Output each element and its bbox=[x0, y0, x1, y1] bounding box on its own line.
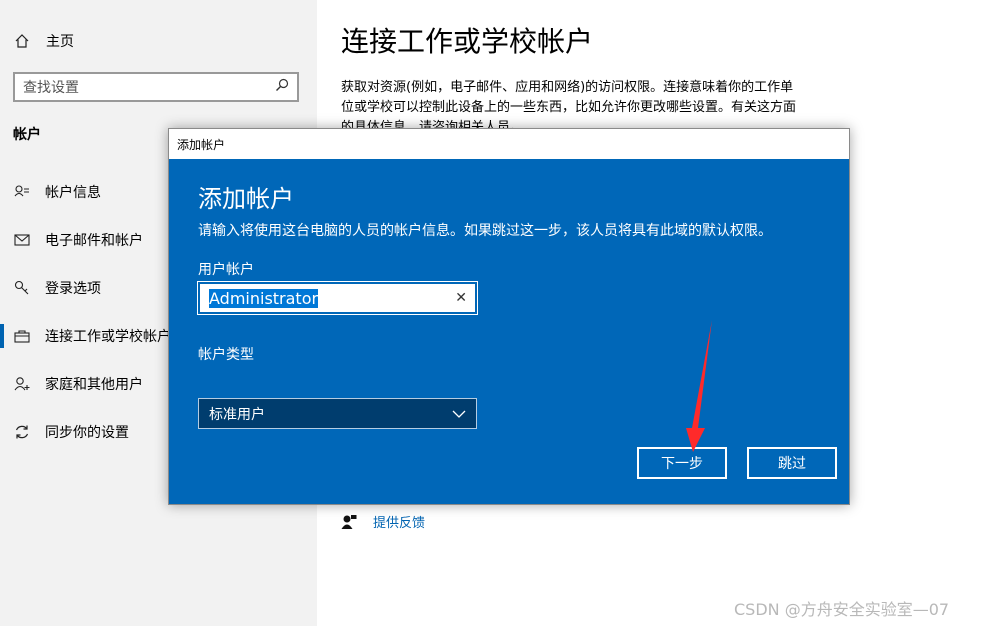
dialog-heading: 添加帐户 bbox=[198, 185, 294, 213]
briefcase-icon bbox=[13, 329, 31, 343]
user-account-value: Administrator bbox=[209, 288, 455, 308]
search-placeholder: 查找设置 bbox=[23, 80, 79, 96]
search-icon[interactable] bbox=[275, 78, 289, 96]
account-type-value: 标准用户 bbox=[209, 406, 265, 423]
sidebar-item-label: 同步你的设置 bbox=[45, 425, 129, 441]
page-title: 连接工作或学校帐户 bbox=[341, 25, 594, 58]
person-add-icon bbox=[13, 376, 31, 392]
dialog-description: 请输入将使用这台电脑的人员的帐户信息。如果跳过这一步，该人员将具有此域的默认权限… bbox=[198, 223, 772, 239]
sidebar-item-label: 电子邮件和帐户 bbox=[45, 233, 143, 249]
feedback-icon bbox=[341, 514, 359, 530]
sync-icon bbox=[13, 424, 31, 440]
search-input[interactable]: 查找设置 bbox=[13, 72, 299, 102]
section-title: 帐户 bbox=[13, 127, 41, 143]
home-icon bbox=[14, 33, 32, 49]
page-description: 获取对资源(例如，电子邮件、应用和网络)的访问权限。连接意味着你的工作单位或学校… bbox=[341, 80, 797, 128]
sidebar-item-label: 帐户信息 bbox=[45, 185, 101, 201]
account-type-label: 帐户类型 bbox=[198, 347, 254, 363]
add-account-dialog: 添加帐户 添加帐户 请输入将使用这台电脑的人员的帐户信息。如果跳过这一步，该人员… bbox=[168, 128, 850, 505]
feedback-label: 提供反馈 bbox=[373, 516, 426, 531]
clear-icon[interactable]: ✕ bbox=[455, 290, 467, 306]
sidebar-item-label: 家庭和其他用户 bbox=[45, 377, 143, 393]
home-nav-item[interactable]: 主页 bbox=[14, 31, 74, 51]
watermark: CSDN @方舟安全实验室—07 bbox=[734, 600, 950, 619]
dialog-window-title: 添加帐户 bbox=[177, 137, 226, 152]
next-button[interactable]: 下一步 bbox=[637, 447, 727, 479]
account-info-icon bbox=[13, 184, 31, 200]
dialog-titlebar[interactable]: 添加帐户 bbox=[169, 129, 849, 159]
user-account-field[interactable]: Administrator ✕ bbox=[197, 281, 478, 315]
selected-text: Administrator bbox=[209, 288, 319, 308]
home-label: 主页 bbox=[46, 34, 74, 50]
mail-icon bbox=[13, 233, 31, 247]
account-type-select[interactable]: 标准用户 bbox=[198, 398, 477, 429]
sidebar-item-label: 登录选项 bbox=[45, 281, 101, 297]
feedback-link[interactable]: 提供反馈 bbox=[341, 512, 425, 531]
sidebar-item-label: 连接工作或学校帐户 bbox=[45, 329, 171, 345]
key-icon bbox=[13, 280, 31, 296]
user-account-label: 用户帐户 bbox=[198, 262, 254, 278]
chevron-down-icon bbox=[452, 406, 466, 422]
skip-button[interactable]: 跳过 bbox=[747, 447, 837, 479]
